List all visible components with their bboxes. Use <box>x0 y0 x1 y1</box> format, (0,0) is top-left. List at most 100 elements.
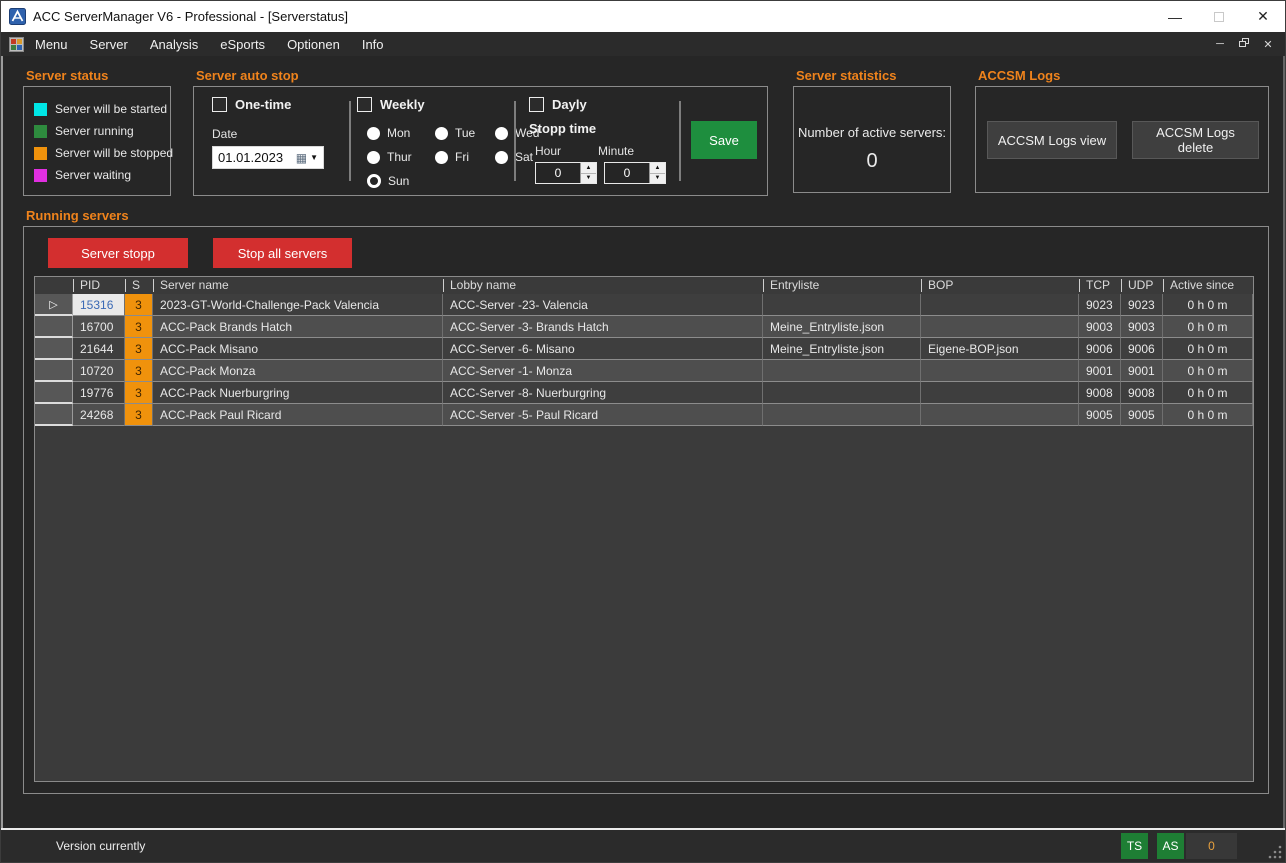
lobby-cell[interactable]: ACC-Server -3- Brands Hatch <box>443 316 763 338</box>
udp-cell[interactable]: 9003 <box>1121 316 1163 338</box>
active-cell[interactable]: 0 h 0 m <box>1163 316 1253 338</box>
menu-item-esports[interactable]: eSports <box>209 37 276 52</box>
s-cell[interactable]: 3 <box>125 316 153 338</box>
radio-tue[interactable]: Tue <box>435 126 495 140</box>
active-cell[interactable]: 0 h 0 m <box>1163 338 1253 360</box>
pid-cell[interactable]: 19776 <box>73 382 125 404</box>
name-cell[interactable]: ACC-Pack Paul Ricard <box>153 404 443 426</box>
s-cell[interactable]: 3 <box>125 294 153 316</box>
mdi-close-icon[interactable]: ✕ <box>1261 38 1275 51</box>
table-row[interactable]: 10720 3 ACC-Pack Monza ACC-Server -1- Monza… <box>35 360 1253 382</box>
udp-cell[interactable]: 9001 <box>1121 360 1163 382</box>
accsm-logs-delete-button[interactable]: ACCSM Logs delete <box>1132 121 1259 159</box>
close-icon[interactable]: ✕ <box>1241 1 1285 32</box>
row-selector-cell[interactable]: ▷ <box>35 294 73 316</box>
s-cell[interactable]: 3 <box>125 404 153 426</box>
radio-sun[interactable]: Sun <box>367 174 435 188</box>
entry-cell[interactable] <box>763 404 921 426</box>
bop-cell[interactable] <box>921 404 1079 426</box>
date-picker[interactable]: 01.01.2023 ▦ ▼ <box>212 146 324 169</box>
entry-cell[interactable]: Meine_Entryliste.json <box>763 338 921 360</box>
table-row[interactable]: 24268 3 ACC-Pack Paul Ricard ACC-Server -5-… <box>35 404 1253 426</box>
radio-mon[interactable]: Mon <box>367 126 435 140</box>
pid-cell[interactable]: 10720 <box>73 360 125 382</box>
lobby-cell[interactable]: ACC-Server -8- Nuerburgring <box>443 382 763 404</box>
active-cell[interactable]: 0 h 0 m <box>1163 404 1253 426</box>
bop-cell[interactable] <box>921 294 1079 316</box>
server-stopp-button[interactable]: Server stopp <box>48 238 188 268</box>
column-header-s[interactable]: S <box>125 277 153 294</box>
udp-cell[interactable]: 9008 <box>1121 382 1163 404</box>
table-row[interactable]: 21644 3 ACC-Pack Misano ACC-Server -6- Misa… <box>35 338 1253 360</box>
hour-stepper[interactable]: 0 ▲ ▼ <box>535 162 597 184</box>
entry-cell[interactable]: Meine_Entryliste.json <box>763 316 921 338</box>
active-cell[interactable]: 0 h 0 m <box>1163 382 1253 404</box>
spin-up-icon[interactable]: ▲ <box>650 163 665 174</box>
lobby-cell[interactable]: ACC-Server -23- Valencia <box>443 294 763 316</box>
mdi-minimize-icon[interactable]: ─ <box>1213 38 1227 50</box>
name-cell[interactable]: ACC-Pack Misano <box>153 338 443 360</box>
row-selector-cell[interactable] <box>35 316 73 338</box>
table-row[interactable]: ▷ 15316 3 2023-GT-World-Challenge-Pack Vale… <box>35 294 1253 316</box>
resize-grip-icon[interactable] <box>1268 845 1282 859</box>
entry-cell[interactable] <box>763 294 921 316</box>
s-cell[interactable]: 3 <box>125 382 153 404</box>
entry-cell[interactable] <box>763 382 921 404</box>
menu-item-server[interactable]: Server <box>79 37 139 52</box>
weekly-checkbox[interactable]: Weekly <box>357 97 512 112</box>
tcp-cell[interactable]: 9023 <box>1079 294 1121 316</box>
pid-cell[interactable]: 16700 <box>73 316 125 338</box>
tcp-cell[interactable]: 9003 <box>1079 316 1121 338</box>
active-cell[interactable]: 0 h 0 m <box>1163 360 1253 382</box>
spin-down-icon[interactable]: ▼ <box>581 174 596 184</box>
bop-cell[interactable] <box>921 382 1079 404</box>
name-cell[interactable]: ACC-Pack Brands Hatch <box>153 316 443 338</box>
bop-cell[interactable] <box>921 316 1079 338</box>
tcp-cell[interactable]: 9006 <box>1079 338 1121 360</box>
stop-all-servers-button[interactable]: Stop all servers <box>213 238 352 268</box>
menu-item-analysis[interactable]: Analysis <box>139 37 209 52</box>
name-cell[interactable]: 2023-GT-World-Challenge-Pack Valencia <box>153 294 443 316</box>
column-header-tcp[interactable]: TCP <box>1079 277 1121 294</box>
column-header-udp[interactable]: UDP <box>1121 277 1163 294</box>
menu-item-optionen[interactable]: Optionen <box>276 37 351 52</box>
menu-item-info[interactable]: Info <box>351 37 395 52</box>
radio-thur[interactable]: Thur <box>367 150 435 164</box>
s-cell[interactable]: 3 <box>125 338 153 360</box>
lobby-cell[interactable]: ACC-Server -6- Misano <box>443 338 763 360</box>
bop-cell[interactable] <box>921 360 1079 382</box>
dayly-checkbox[interactable]: Dayly <box>529 97 674 112</box>
s-cell[interactable]: 3 <box>125 360 153 382</box>
column-header-name[interactable]: Server name <box>153 277 443 294</box>
tcp-cell[interactable]: 9008 <box>1079 382 1121 404</box>
table-row[interactable]: 19776 3 ACC-Pack Nuerburgring ACC-Server -8… <box>35 382 1253 404</box>
udp-cell[interactable]: 9023 <box>1121 294 1163 316</box>
pid-cell[interactable]: 21644 <box>73 338 125 360</box>
tcp-cell[interactable]: 9005 <box>1079 404 1121 426</box>
active-cell[interactable]: 0 h 0 m <box>1163 294 1253 316</box>
udp-cell[interactable]: 9005 <box>1121 404 1163 426</box>
pid-cell[interactable]: 15316 <box>73 294 125 316</box>
spin-up-icon[interactable]: ▲ <box>581 163 596 174</box>
row-selector-cell[interactable] <box>35 360 73 382</box>
entry-cell[interactable] <box>763 360 921 382</box>
column-header-lobby[interactable]: Lobby name <box>443 277 763 294</box>
udp-cell[interactable]: 9006 <box>1121 338 1163 360</box>
maximize-icon[interactable] <box>1197 1 1241 32</box>
bop-cell[interactable]: Eigene-BOP.json <box>921 338 1079 360</box>
minimize-icon[interactable]: — <box>1153 1 1197 32</box>
table-row[interactable]: 16700 3 ACC-Pack Brands Hatch ACC-Server -3… <box>35 316 1253 338</box>
lobby-cell[interactable]: ACC-Server -5- Paul Ricard <box>443 404 763 426</box>
minute-stepper[interactable]: 0 ▲ ▼ <box>604 162 666 184</box>
radio-fri[interactable]: Fri <box>435 150 495 164</box>
lobby-cell[interactable]: ACC-Server -1- Monza <box>443 360 763 382</box>
save-button[interactable]: Save <box>691 121 757 159</box>
row-selector-cell[interactable] <box>35 404 73 426</box>
menu-item-menu[interactable]: Menu <box>24 37 79 52</box>
pid-cell[interactable]: 24268 <box>73 404 125 426</box>
accsm-logs-view-button[interactable]: ACCSM Logs view <box>987 121 1117 159</box>
mdi-restore-icon[interactable] <box>1237 38 1251 50</box>
one-time-checkbox[interactable]: One-time <box>212 97 342 112</box>
name-cell[interactable]: ACC-Pack Nuerburgring <box>153 382 443 404</box>
column-header-active[interactable]: Active since <box>1163 277 1253 294</box>
